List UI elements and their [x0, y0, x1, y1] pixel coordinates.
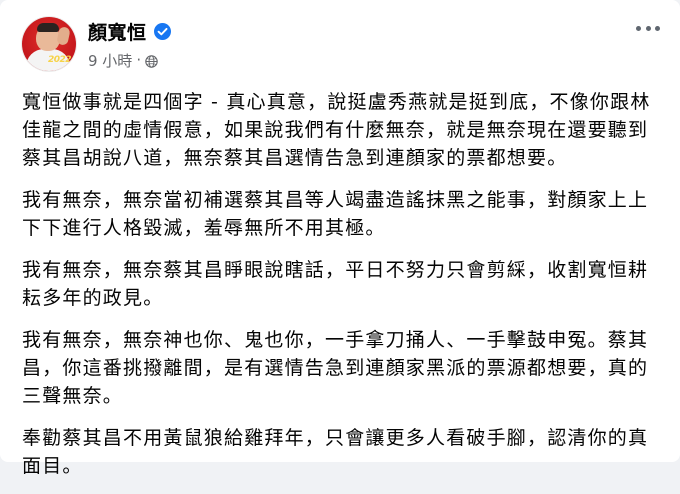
post-card: 2022 顏寬恒 9 小時 · 寬恒做事就是四個字 - 真心真意，說挺盧秀燕就是… — [0, 0, 680, 477]
post-header: 2022 顏寬恒 9 小時 · — [22, 17, 664, 77]
post-meta: 9 小時 · — [88, 50, 158, 70]
meta-separator: · — [136, 51, 142, 69]
post-paragraph: 我有無奈，無奈蔡其昌睜眼說瞎話，平日不努力只會剪綵，收割寬恒耕耘多年的政見。 — [22, 259, 649, 309]
avatar-hand — [56, 26, 71, 46]
post-body: 寬恒做事就是四個字 - 真心真意，說挺盧秀燕就是挺到底，不像你跟林佳龍之間的虛情… — [22, 88, 662, 494]
avatar-year-text: 2022 — [48, 55, 72, 65]
more-horizontal-icon[interactable] — [636, 22, 660, 34]
post-timestamp[interactable]: 9 小時 — [88, 50, 132, 71]
more-dot — [636, 25, 641, 31]
post-paragraph: 奉勸蔡其昌不用黃鼠狼給雞拜年，只會讓更多人看破手腳，認清你的真面目。 — [22, 427, 649, 477]
author-name[interactable]: 顏寬恒 — [88, 18, 147, 45]
verified-badge-icon — [153, 22, 171, 40]
post-paragraph: 寬恒做事就是四個字 - 真心真意，說挺盧秀燕就是挺到底，不像你跟林佳龍之間的虛情… — [22, 91, 651, 169]
avatar[interactable]: 2022 — [22, 17, 76, 71]
post-paragraph: 我有無奈，無奈當初補選蔡其昌等人竭盡造謠抹黑之能事，對顏家上上下下進行人格毀滅，… — [22, 189, 649, 239]
more-dot — [645, 25, 651, 31]
more-dot — [655, 25, 660, 31]
avatar-hair — [37, 23, 59, 32]
globe-icon[interactable] — [145, 54, 158, 68]
author-row: 顏寬恒 — [88, 18, 171, 45]
post-paragraph: 我有無奈，無奈神也你、鬼也你，一手拿刀捅人、一手擊鼓申冤。蔡其昌，你這番挑撥離間… — [22, 329, 649, 407]
